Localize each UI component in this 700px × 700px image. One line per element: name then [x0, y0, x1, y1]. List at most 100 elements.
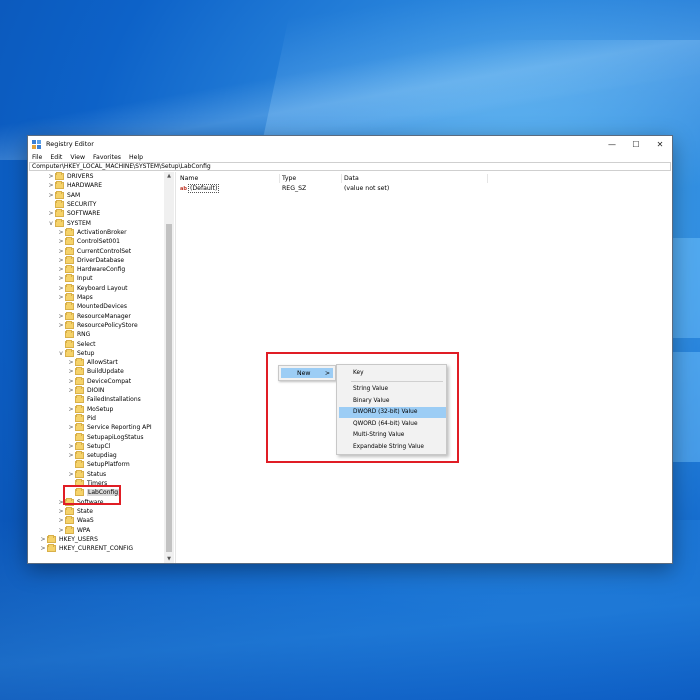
chevron-right-icon[interactable]: >: [57, 229, 65, 236]
submenu-item-key[interactable]: Key: [339, 368, 446, 379]
tree-item[interactable]: SECURITY: [47, 200, 96, 209]
chevron-right-icon[interactable]: >: [67, 378, 75, 385]
tree-item[interactable]: > ResourcePolicyStore: [57, 320, 138, 330]
tree-item[interactable]: > DRIVERS: [47, 172, 93, 181]
chevron-right-icon[interactable]: >: [47, 182, 55, 189]
chevron-right-icon[interactable]: >: [47, 210, 55, 217]
tree-item[interactable]: > SOFTWARE: [47, 209, 100, 218]
tree-item[interactable]: > SetupCl: [67, 441, 110, 451]
tree-item[interactable]: v Setup: [57, 348, 94, 358]
chevron-right-icon[interactable]: >: [57, 285, 65, 292]
chevron-right-icon[interactable]: >: [67, 424, 75, 431]
tree-item[interactable]: > State: [57, 506, 93, 516]
chevron-right-icon[interactable]: >: [57, 517, 65, 524]
tree-item-label: DIOIN: [87, 387, 105, 395]
tree-item[interactable]: > BuildUpdate: [67, 367, 124, 376]
pane-divider[interactable]: [175, 172, 176, 563]
chevron-right-icon[interactable]: >: [67, 359, 75, 366]
tree-item[interactable]: RNG: [57, 330, 90, 339]
column-header-data[interactable]: Data: [342, 174, 488, 183]
tree-item[interactable]: > Status: [67, 469, 106, 479]
tree-item[interactable]: > WaaS: [57, 516, 94, 525]
tree-item[interactable]: SetupPlatform: [67, 460, 130, 469]
address-bar[interactable]: Computer\HKEY_LOCAL_MACHINE\SYSTEM\Setup…: [29, 162, 671, 171]
column-header-type[interactable]: Type: [280, 174, 342, 183]
tree-item[interactable]: > Service Reporting API: [67, 423, 152, 432]
chevron-right-icon[interactable]: >: [67, 471, 75, 478]
folder-icon: [65, 246, 74, 255]
chevron-right-icon[interactable]: >: [47, 192, 55, 199]
tree-item[interactable]: SetupapiLogStatus: [67, 432, 143, 441]
tree-item[interactable]: > HKEY_CURRENT_CONFIG: [39, 544, 133, 553]
chevron-right-icon[interactable]: >: [57, 527, 65, 534]
menu-edit[interactable]: Edit: [46, 154, 66, 161]
title-bar[interactable]: Registry Editor — ☐ ✕: [28, 136, 672, 152]
chevron-right-icon[interactable]: >: [47, 173, 55, 180]
chevron-right-icon[interactable]: >: [57, 275, 65, 282]
chevron-right-icon[interactable]: >: [57, 238, 65, 245]
scroll-up-icon[interactable]: ▲: [164, 172, 174, 180]
chevron-right-icon[interactable]: >: [39, 545, 47, 552]
tree-item[interactable]: > HardwareConfig: [57, 265, 125, 274]
tree-item[interactable]: > DeviceCompat: [67, 376, 131, 386]
submenu-item-string-value[interactable]: String Value: [339, 384, 446, 395]
menu-view[interactable]: View: [66, 154, 89, 161]
close-button[interactable]: ✕: [648, 136, 672, 152]
context-menu-new[interactable]: New >: [281, 368, 333, 378]
submenu-item-expandable-string-value[interactable]: Expandable String Value: [339, 442, 446, 453]
tree-item[interactable]: > ActivationBroker: [57, 227, 127, 237]
chevron-right-icon[interactable]: >: [57, 313, 65, 320]
context-menu-new-label: New: [297, 369, 311, 377]
tree-item[interactable]: > ResourceManager: [57, 311, 131, 321]
tree-item[interactable]: > WPA: [57, 525, 90, 534]
tree-scrollbar[interactable]: ▲ ▼: [164, 172, 174, 563]
submenu-item-multi-string-value[interactable]: Multi-String Value: [339, 430, 446, 441]
list-row[interactable]: ab (Default) REG_SZ (value not set): [178, 184, 488, 193]
chevron-right-icon[interactable]: >: [57, 322, 65, 329]
tree-item[interactable]: > HKEY_USERS: [39, 534, 98, 544]
tree-item[interactable]: > HARDWARE: [47, 181, 102, 190]
minimize-button[interactable]: —: [600, 136, 624, 152]
tree-item[interactable]: > MoSetup: [67, 404, 113, 414]
chevron-right-icon[interactable]: >: [57, 257, 65, 264]
chevron-right-icon[interactable]: >: [57, 508, 65, 515]
chevron-right-icon[interactable]: >: [57, 294, 65, 301]
scrollbar-thumb[interactable]: [166, 224, 172, 552]
chevron-right-icon[interactable]: >: [67, 368, 75, 375]
tree-item[interactable]: > Keyboard Layout: [57, 283, 128, 293]
menu-help[interactable]: Help: [125, 154, 147, 161]
submenu-item-dword-value[interactable]: DWORD (32-bit) Value: [339, 407, 446, 418]
tree-item[interactable]: > Maps: [57, 293, 93, 302]
menu-favorites[interactable]: Favorites: [89, 154, 125, 161]
tree-item[interactable]: > DIOIN: [67, 386, 104, 395]
tree-item[interactable]: Pid: [67, 413, 96, 423]
scroll-down-icon[interactable]: ▼: [164, 555, 174, 563]
submenu-item-binary-value[interactable]: Binary Value: [339, 396, 446, 407]
tree-item[interactable]: FailedInstallations: [67, 395, 141, 404]
chevron-down-icon[interactable]: v: [57, 350, 65, 357]
maximize-button[interactable]: ☐: [624, 136, 648, 152]
tree-item[interactable]: > AllowStart: [67, 358, 118, 367]
chevron-right-icon[interactable]: >: [39, 536, 47, 543]
tree-item[interactable]: MountedDevices: [57, 302, 127, 311]
chevron-right-icon[interactable]: >: [67, 406, 75, 413]
chevron-down-icon[interactable]: v: [47, 220, 55, 227]
tree-item[interactable]: > Input: [57, 274, 93, 283]
tree-item[interactable]: > setupdiag: [67, 451, 117, 460]
chevron-right-icon[interactable]: >: [67, 452, 75, 459]
column-header-name[interactable]: Name: [178, 174, 280, 183]
tree-item[interactable]: > ControlSet001: [57, 237, 120, 246]
tree-item[interactable]: > SAM: [47, 190, 80, 200]
menu-file[interactable]: File: [28, 154, 46, 161]
tree-item[interactable]: v SYSTEM: [47, 218, 91, 228]
tree-item[interactable]: > CurrentControlSet: [57, 246, 131, 255]
tree-item[interactable]: > DriverDatabase: [57, 255, 124, 265]
folder-icon: [75, 367, 84, 376]
chevron-right-icon[interactable]: >: [67, 443, 75, 450]
chevron-right-icon[interactable]: >: [57, 248, 65, 255]
chevron-right-icon[interactable]: >: [67, 387, 75, 394]
tree-item[interactable]: Select: [57, 339, 96, 348]
chevron-right-icon[interactable]: >: [57, 266, 65, 273]
windows-logo-pane: [673, 238, 700, 338]
submenu-item-qword-value[interactable]: QWORD (64-bit) Value: [339, 419, 446, 430]
